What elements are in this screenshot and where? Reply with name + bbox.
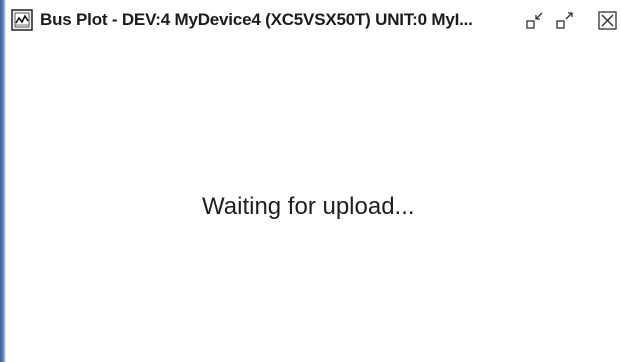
maximize-button[interactable] xyxy=(554,10,578,32)
close-icon xyxy=(598,11,617,30)
minimize-button[interactable] xyxy=(524,10,548,32)
plot-content-area: Waiting for upload... xyxy=(6,40,621,362)
bus-plot-window-icon[interactable] xyxy=(11,9,33,31)
window-titlebar[interactable]: Bus Plot - DEV:4 MyDevice4 (XC5VSX50T) U… xyxy=(6,2,621,40)
window-title: Bus Plot - DEV:4 MyDevice4 (XC5VSX50T) U… xyxy=(40,10,473,29)
close-button[interactable] xyxy=(597,10,619,32)
status-message: Waiting for upload... xyxy=(202,193,415,220)
bus-plot-window: Bus Plot - DEV:4 MyDevice4 (XC5VSX50T) U… xyxy=(0,0,621,362)
maximize-icon xyxy=(556,12,573,29)
minimize-icon xyxy=(526,12,543,29)
